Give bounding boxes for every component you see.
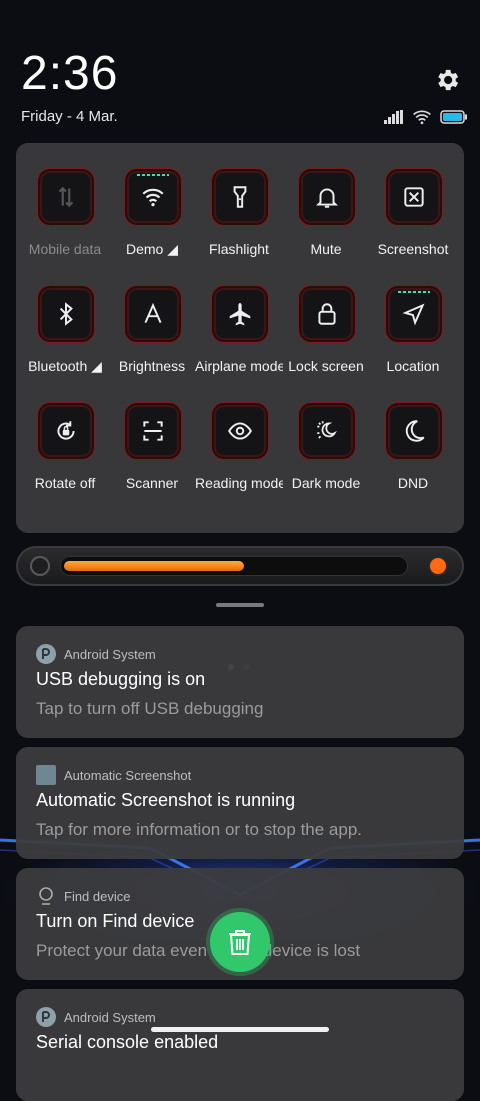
tile-button[interactable] bbox=[301, 405, 353, 457]
settings-gear-icon[interactable] bbox=[433, 66, 461, 94]
tile-button[interactable] bbox=[388, 405, 440, 457]
tile-button[interactable] bbox=[40, 288, 92, 340]
tile-button[interactable] bbox=[127, 405, 179, 457]
tile-bluetooth[interactable]: Bluetooth ◢ bbox=[21, 260, 109, 374]
notification-title: Turn on Find device bbox=[36, 911, 195, 931]
tile-button[interactable] bbox=[40, 405, 92, 457]
tile-button[interactable] bbox=[214, 405, 266, 457]
wifi-status-icon bbox=[413, 110, 431, 125]
tile-label: Reading mode bbox=[195, 475, 283, 491]
wifi-icon bbox=[142, 188, 164, 207]
automatic-screenshot-icon bbox=[36, 765, 56, 785]
tile-mobile-data[interactable]: Mobile data bbox=[21, 143, 109, 257]
tile-label: Airplane mode bbox=[195, 358, 283, 374]
notification-card[interactable]: Automatic Screenshot Automatic Screenshot… bbox=[16, 747, 464, 859]
status-icons bbox=[384, 108, 468, 126]
tile-label: Lock screen bbox=[288, 358, 364, 374]
lock-icon bbox=[318, 303, 336, 325]
notification-title: Serial console enabled bbox=[36, 1032, 219, 1052]
tile-label: Flashlight bbox=[209, 241, 269, 257]
tile-bell[interactable]: Mute bbox=[282, 143, 370, 257]
notification-text: Protect your data even if your device is… bbox=[36, 941, 361, 960]
moon-icon bbox=[405, 420, 425, 442]
tile-button[interactable] bbox=[301, 288, 353, 340]
android-system-icon bbox=[36, 1007, 56, 1027]
drag-handle[interactable] bbox=[216, 603, 264, 607]
battery-icon bbox=[440, 110, 467, 124]
tile-screenshot[interactable]: Screenshot bbox=[369, 143, 457, 257]
bell-icon bbox=[315, 188, 339, 208]
notification-app: Find device bbox=[36, 886, 130, 906]
tile-label: Bluetooth ◢ bbox=[28, 358, 102, 374]
location-icon bbox=[402, 303, 425, 326]
tile-label: Demo ◢ bbox=[125, 241, 178, 257]
tile-label: Brightness bbox=[118, 358, 186, 374]
notification-app: Android System bbox=[36, 644, 156, 664]
tile-button[interactable] bbox=[214, 171, 266, 223]
clear-all-button[interactable] bbox=[210, 912, 270, 972]
brightness-fill bbox=[64, 561, 244, 571]
signal-icon bbox=[384, 110, 403, 124]
tile-button[interactable] bbox=[388, 171, 440, 223]
notification-app-name: Android System bbox=[64, 646, 156, 662]
tile-label: Location bbox=[386, 358, 440, 374]
bluetooth-icon bbox=[59, 302, 73, 326]
notification-app: Android System bbox=[36, 1007, 156, 1027]
notification-card[interactable]: Android System USB debugging is on Tap to … bbox=[16, 626, 464, 738]
rotate-lock-icon bbox=[57, 421, 75, 440]
clock-time: 2:36 bbox=[21, 47, 119, 100]
tile-label: Mute bbox=[310, 241, 342, 257]
tile-rotate-lock[interactable]: Rotate off bbox=[21, 377, 109, 491]
tile-button[interactable] bbox=[214, 288, 266, 340]
brightness-slider[interactable] bbox=[16, 546, 464, 586]
trash-icon bbox=[229, 930, 251, 955]
scanner-icon bbox=[143, 421, 163, 441]
tile-label: Mobile data bbox=[28, 241, 102, 257]
tile-label: Scanner bbox=[125, 475, 179, 491]
tile-button[interactable] bbox=[127, 171, 179, 223]
tile-wifi[interactable]: Demo ◢ bbox=[108, 143, 196, 257]
tile-button[interactable] bbox=[127, 288, 179, 340]
airplane-icon bbox=[229, 303, 251, 326]
screenshot-icon bbox=[404, 187, 424, 207]
find-device-icon bbox=[36, 886, 56, 906]
notification-title: USB debugging is on bbox=[36, 669, 206, 689]
notification-app-name: Find device bbox=[64, 888, 131, 904]
tile-brightness[interactable]: Brightness bbox=[108, 260, 196, 374]
tile-dark-mode[interactable]: Dark mode bbox=[282, 377, 370, 491]
notification-card[interactable]: Android System Serial console enabled bbox=[16, 989, 464, 1101]
tile-label: DND bbox=[397, 475, 429, 491]
tile-flashlight[interactable]: Flashlight bbox=[195, 143, 283, 257]
tile-eye[interactable]: Reading mode bbox=[195, 377, 283, 491]
notification-app: Automatic Screenshot bbox=[36, 765, 191, 785]
quick-settings-panel: Mobile data Demo ◢ Flashlight Mute Screensho… bbox=[16, 143, 464, 670]
brightness-track[interactable] bbox=[60, 556, 408, 576]
flashlight-icon bbox=[233, 186, 247, 208]
tile-lock[interactable]: Lock screen bbox=[282, 260, 370, 374]
android-system-icon bbox=[36, 644, 56, 664]
notification-app-name: Automatic Screenshot bbox=[64, 767, 192, 783]
tile-button[interactable] bbox=[301, 171, 353, 223]
tile-button[interactable] bbox=[40, 171, 92, 223]
tile-location[interactable]: Location bbox=[369, 260, 457, 374]
mobile-data-icon bbox=[58, 186, 74, 208]
clock-date: Friday - 4 Mar. bbox=[21, 108, 118, 125]
tile-label: Screenshot bbox=[377, 241, 449, 257]
brightness-max-knob bbox=[430, 558, 446, 574]
tile-button[interactable] bbox=[388, 288, 440, 340]
tile-scanner[interactable]: Scanner bbox=[108, 377, 196, 491]
notification-text: Tap for more information or to stop the … bbox=[36, 820, 363, 839]
tile-airplane[interactable]: Airplane mode bbox=[195, 260, 283, 374]
home-indicator[interactable] bbox=[151, 1027, 329, 1032]
notification-app-name: Android System bbox=[64, 1009, 156, 1025]
notification-title: Automatic Screenshot is running bbox=[36, 790, 296, 810]
tile-label: Dark mode bbox=[291, 475, 361, 491]
brightness-icon bbox=[144, 302, 162, 324]
notification-text: Tap to turn off USB debugging bbox=[36, 699, 264, 718]
tile-label: Rotate off bbox=[34, 475, 96, 491]
eye-icon bbox=[228, 422, 252, 440]
tile-moon[interactable]: DND bbox=[369, 377, 457, 491]
dark-mode-icon bbox=[317, 421, 337, 439]
brightness-min-knob bbox=[32, 558, 48, 574]
